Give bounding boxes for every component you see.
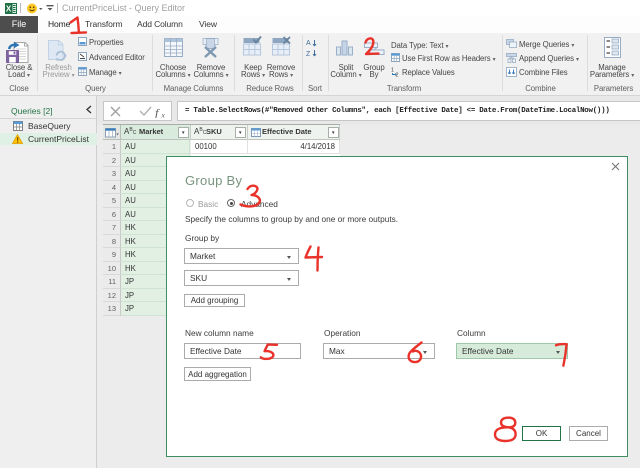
svg-text:1: 1 (391, 68, 394, 74)
svg-text:A: A (306, 40, 311, 47)
svg-text:X: X (6, 5, 12, 14)
svg-text:f: f (155, 106, 160, 118)
svg-text:x: x (161, 111, 166, 119)
svg-text:Z: Z (306, 51, 311, 58)
